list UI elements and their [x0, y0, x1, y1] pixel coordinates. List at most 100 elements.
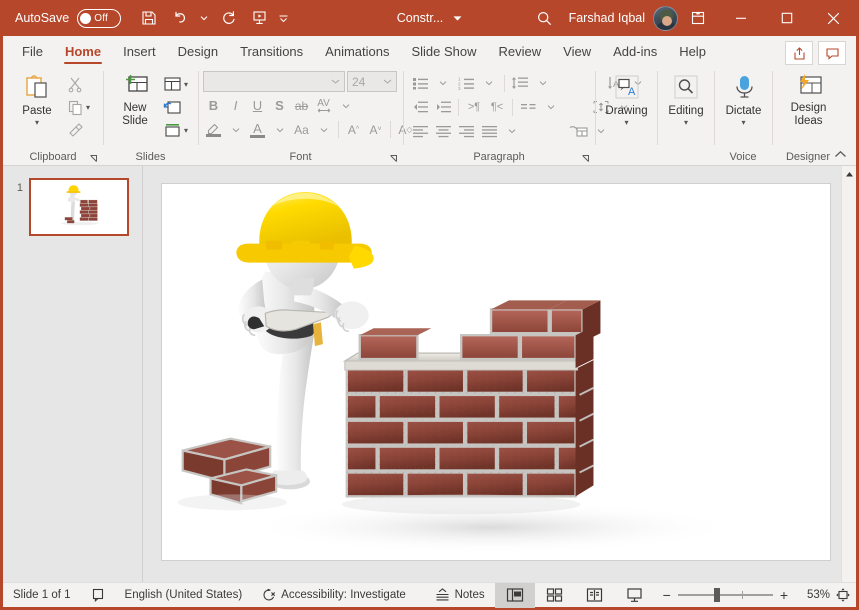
- scroll-up-arrow-icon[interactable]: [842, 166, 856, 182]
- character-spacing-button[interactable]: AV: [313, 95, 334, 116]
- copy-button[interactable]: ▾: [65, 96, 92, 118]
- text-shadow-button[interactable]: S: [269, 95, 290, 116]
- collapse-ribbon-chevron-up-icon[interactable]: [830, 145, 850, 163]
- layout-button[interactable]: ▾: [161, 73, 190, 95]
- format-painter-button[interactable]: [65, 119, 92, 141]
- font-size-input[interactable]: 24: [347, 71, 397, 92]
- section-chevron-down-icon[interactable]: ▾: [184, 126, 188, 135]
- reading-view-button[interactable]: [575, 583, 615, 608]
- tab-view[interactable]: View: [552, 38, 602, 66]
- thumbnail-row[interactable]: 1: [3, 178, 142, 236]
- zoom-track[interactable]: [677, 588, 773, 602]
- zoom-slider[interactable]: − +: [655, 587, 796, 603]
- tab-help[interactable]: Help: [668, 38, 717, 66]
- align-left-icon[interactable]: [409, 120, 431, 142]
- smartart-icon[interactable]: [567, 120, 589, 142]
- tab-design[interactable]: Design: [167, 38, 229, 66]
- dictate-chevron-down-icon[interactable]: ▾: [742, 119, 746, 127]
- fit-slide-to-window-icon[interactable]: [830, 587, 856, 603]
- copy-chevron-down-icon[interactable]: ▾: [86, 103, 90, 112]
- design-ideas-button[interactable]: Design Ideas: [778, 71, 839, 130]
- slide-show-button[interactable]: [615, 583, 655, 608]
- font-dialog-launcher[interactable]: [389, 154, 399, 164]
- normal-view-button[interactable]: [494, 582, 535, 608]
- change-case-button[interactable]: Aa: [291, 119, 312, 140]
- font-color-chevron-down-icon[interactable]: [269, 119, 290, 140]
- font-name-input[interactable]: [203, 71, 345, 92]
- scrollbar-track[interactable]: [842, 182, 856, 582]
- underline-button[interactable]: U: [247, 95, 268, 116]
- zoom-out-button[interactable]: −: [663, 587, 671, 603]
- close-button[interactable]: [810, 0, 856, 36]
- justify-chevron-down-icon[interactable]: [501, 120, 523, 142]
- line-spacing-chevron-down-icon[interactable]: [532, 72, 554, 94]
- paste-button[interactable]: Paste ▾: [9, 71, 65, 129]
- ltr-icon[interactable]: >¶: [463, 96, 485, 118]
- new-slide-button[interactable]: New Slide: [109, 71, 161, 130]
- align-right-icon[interactable]: [455, 120, 477, 142]
- tab-transitions[interactable]: Transitions: [229, 38, 314, 66]
- maximize-button[interactable]: [764, 0, 810, 36]
- reset-button[interactable]: [161, 96, 190, 118]
- align-center-icon[interactable]: [432, 120, 454, 142]
- italic-button[interactable]: I: [225, 95, 246, 116]
- change-case-chevron-down-icon[interactable]: [313, 119, 334, 140]
- rtl-icon[interactable]: ¶<: [486, 96, 508, 118]
- slide-sorter-button[interactable]: [535, 583, 575, 608]
- cut-button[interactable]: [65, 73, 92, 95]
- bullets-chevron-down-icon[interactable]: [432, 72, 454, 94]
- increase-font-size-button[interactable]: A ^: [343, 119, 364, 140]
- decrease-font-size-button[interactable]: A ˅: [365, 119, 386, 140]
- save-icon[interactable]: [135, 5, 163, 31]
- undo-dropdown-chevron-down-icon[interactable]: [197, 5, 211, 31]
- zoom-thumb[interactable]: [713, 588, 720, 602]
- comment-icon[interactable]: [818, 41, 846, 65]
- bricklayer-3d-figure[interactable]: [162, 184, 830, 560]
- title-chevron-down-icon[interactable]: [453, 15, 462, 22]
- clipboard-dialog-launcher[interactable]: [89, 154, 99, 164]
- strikethrough-button[interactable]: ab: [291, 95, 312, 116]
- autosave-toggle[interactable]: Off: [77, 8, 122, 28]
- language-status[interactable]: English (United States): [115, 583, 253, 607]
- bullets-icon[interactable]: [409, 72, 431, 94]
- editing-chevron-down-icon[interactable]: ▾: [684, 119, 688, 127]
- drawing-chevron-down-icon[interactable]: ▾: [624, 119, 628, 127]
- avatar[interactable]: [653, 5, 678, 31]
- search-icon[interactable]: [525, 0, 565, 36]
- tab-review[interactable]: Review: [488, 38, 553, 66]
- paste-chevron-down-icon[interactable]: ▾: [35, 119, 39, 127]
- dictate-button[interactable]: Dictate ▾: [720, 71, 768, 129]
- zoom-in-button[interactable]: +: [780, 587, 788, 603]
- zoom-percent[interactable]: 53%: [796, 589, 830, 601]
- numbering-icon[interactable]: 123: [455, 72, 477, 94]
- font-name-chevron-down-icon[interactable]: [331, 78, 340, 85]
- tab-home[interactable]: Home: [54, 38, 112, 66]
- slide-canvas[interactable]: [161, 183, 831, 561]
- slide-editing-pane[interactable]: [143, 166, 856, 582]
- line-spacing-icon[interactable]: [509, 72, 531, 94]
- vertical-scrollbar[interactable]: [841, 166, 856, 582]
- tab-add-ins[interactable]: Add-ins: [602, 38, 668, 66]
- tab-slide-show[interactable]: Slide Show: [400, 38, 487, 66]
- accessibility-status[interactable]: Accessibility: Investigate: [252, 583, 416, 607]
- undo-icon[interactable]: [166, 5, 194, 31]
- justify-icon[interactable]: [478, 120, 500, 142]
- decrease-indent-icon[interactable]: [409, 96, 431, 118]
- columns-chevron-down-icon[interactable]: [540, 96, 562, 118]
- notes-button[interactable]: Notes: [425, 583, 495, 607]
- font-color-button[interactable]: A: [247, 119, 268, 140]
- start-presentation-icon[interactable]: [245, 5, 273, 31]
- share-icon[interactable]: [785, 41, 813, 65]
- slide-thumbnail-pane[interactable]: 1: [3, 166, 143, 582]
- tab-file[interactable]: File: [11, 38, 54, 66]
- numbering-chevron-down-icon[interactable]: [478, 72, 500, 94]
- bold-button[interactable]: B: [203, 95, 224, 116]
- editing-button[interactable]: Editing ▾: [662, 71, 709, 129]
- layout-chevron-down-icon[interactable]: ▾: [184, 80, 188, 89]
- notes-page-icon[interactable]: [81, 583, 115, 607]
- tab-animations[interactable]: Animations: [314, 38, 400, 66]
- columns-icon[interactable]: [517, 96, 539, 118]
- section-button[interactable]: ▾: [161, 119, 190, 141]
- slide-thumbnail-1[interactable]: [29, 178, 129, 236]
- redo-icon[interactable]: [214, 5, 242, 31]
